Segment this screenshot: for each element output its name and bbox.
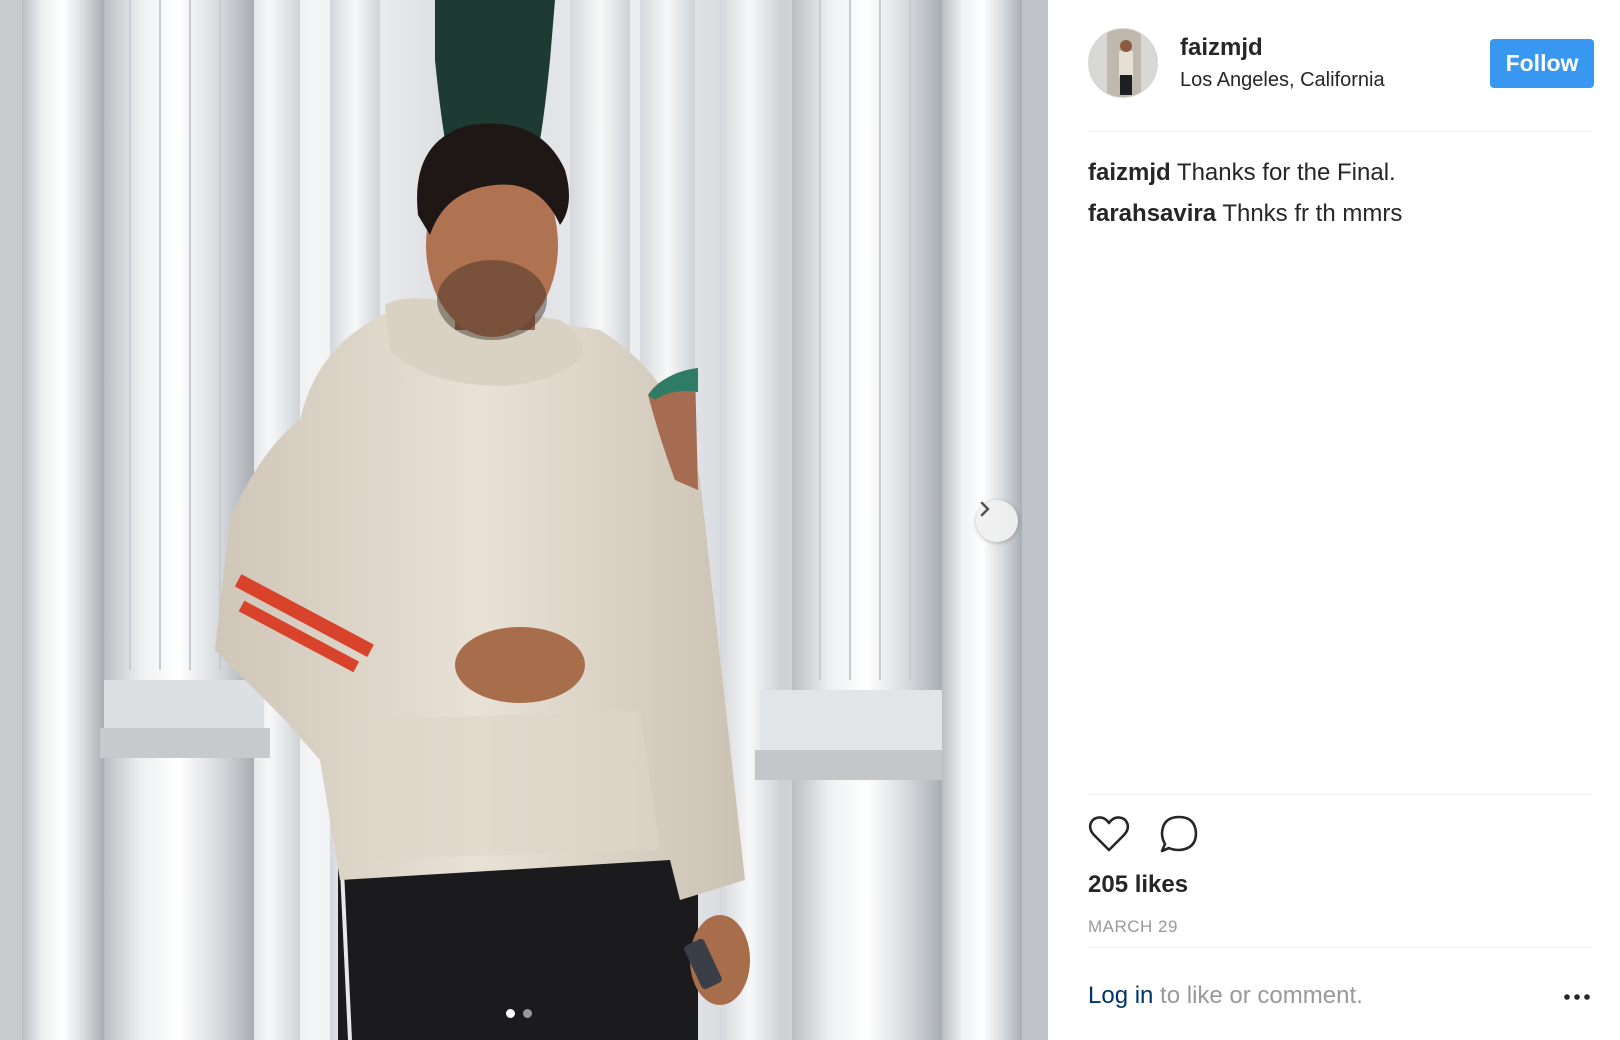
more-options-button[interactable]	[1562, 986, 1592, 1006]
login-link[interactable]: Log in	[1088, 982, 1153, 1009]
carousel-indicator	[506, 1009, 532, 1018]
heart-icon	[1088, 815, 1130, 858]
more-icon	[1564, 987, 1590, 1005]
login-prompt: Log in to like or comment.	[1088, 982, 1363, 1010]
comment-icon	[1159, 814, 1199, 859]
post-photo[interactable]	[0, 0, 1048, 1040]
comments-list: faizmjd Thanks for the Final. farahsavir…	[1088, 152, 1592, 234]
action-icons	[1088, 815, 1200, 857]
post-username[interactable]: faizmjd	[1180, 34, 1263, 62]
next-photo-button[interactable]	[976, 500, 1018, 542]
post-date[interactable]: MARCH 29	[1088, 917, 1178, 937]
carousel-dot	[523, 1009, 532, 1018]
post-header: faizmjd Los Angeles, California Follow	[1088, 28, 1594, 132]
comment-text: Thanks for the Final.	[1176, 159, 1396, 186]
comment-item: faizmjd Thanks for the Final.	[1088, 152, 1592, 193]
comment-author[interactable]: farahsavira	[1088, 200, 1216, 227]
carousel-dot-active	[506, 1009, 515, 1018]
photo-scene	[0, 0, 1048, 1040]
comment-item: farahsavira Thnks fr th mmrs	[1088, 193, 1592, 234]
post-details-panel: faizmjd Los Angeles, California Follow f…	[1048, 0, 1620, 1040]
avatar[interactable]	[1088, 28, 1158, 98]
comment-author[interactable]: faizmjd	[1088, 159, 1171, 186]
login-prompt-text: to like or comment.	[1153, 982, 1363, 1009]
post-location[interactable]: Los Angeles, California	[1180, 69, 1385, 92]
comment-text: Thnks fr th mmrs	[1222, 200, 1403, 227]
comment-button[interactable]	[1158, 815, 1200, 857]
like-button[interactable]	[1088, 815, 1130, 857]
follow-button[interactable]: Follow	[1490, 39, 1594, 88]
post-actions: 205 likes MARCH 29	[1088, 794, 1592, 936]
post-footer: Log in to like or comment.	[1088, 947, 1592, 1040]
likes-count[interactable]: 205 likes	[1088, 871, 1188, 899]
